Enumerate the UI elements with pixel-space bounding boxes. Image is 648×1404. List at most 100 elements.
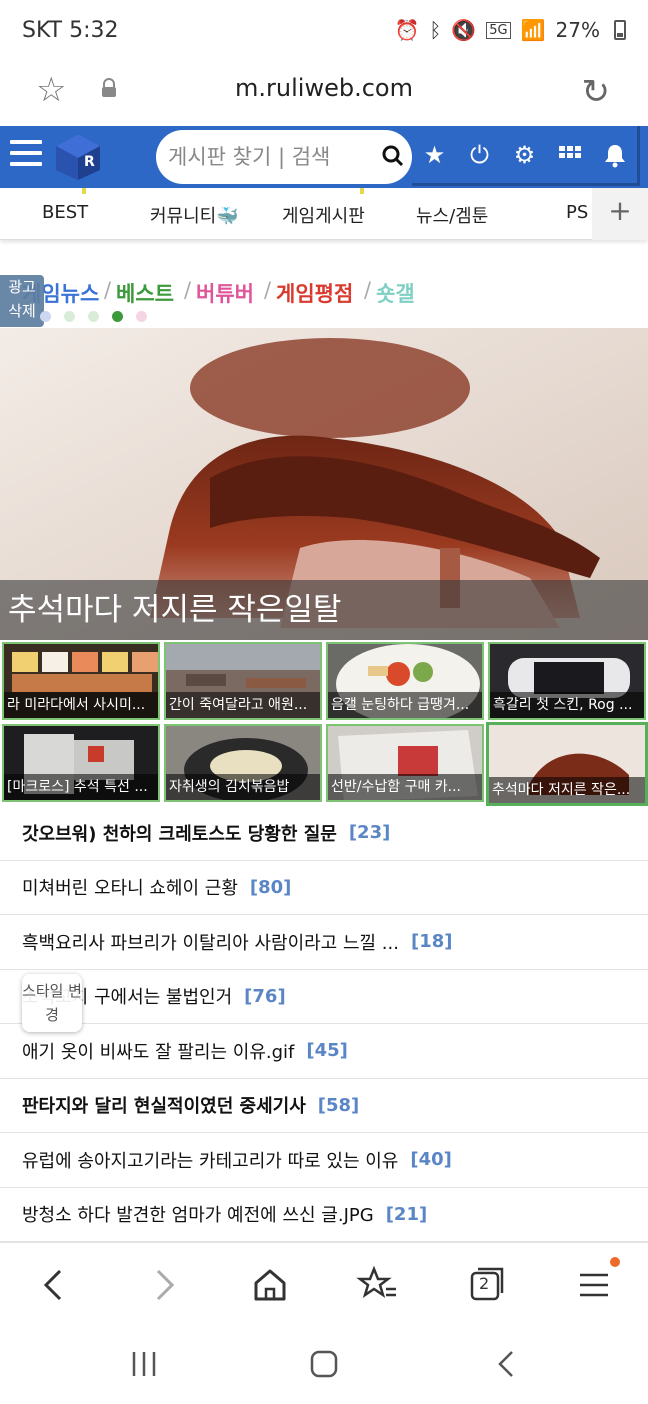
thumbnail-caption: 라 미라다에서 사시미...: [4, 692, 158, 718]
thumbnail-caption: 선반/수납함 구매 카...: [328, 774, 482, 800]
link-separator: /: [184, 278, 192, 302]
comment-count: [76]: [244, 985, 286, 1007]
alarm-icon: ⏰: [394, 18, 420, 42]
carrier-time: SKT 5:32: [22, 17, 119, 43]
carousel-dot[interactable]: [40, 311, 51, 322]
thumbnail-item[interactable]: 음갤 눈팅하다 급땡겨...: [326, 642, 484, 720]
battery-percent: 27%: [555, 18, 600, 42]
article-row[interactable]: 판타지와 달리 현실적이였던 중세기사 [58]: [0, 1079, 648, 1133]
recent-apps-icon[interactable]: [128, 1348, 160, 1380]
article-title: 판타지와 달리 현실적이였던 중세기사: [22, 1096, 306, 1118]
comment-count: [45]: [306, 1040, 348, 1062]
nav-item-best[interactable]: BEST: [42, 202, 88, 223]
menu-notification-dot: [610, 1257, 620, 1267]
power-icon[interactable]: ⏻: [467, 141, 493, 169]
article-row[interactable]: 갓오브워) 천하의 크레토스도 당황한 질문 [23]: [0, 806, 648, 861]
nav-marker: [360, 188, 364, 194]
system-nav-bar: [0, 1324, 648, 1404]
bookmarks-icon[interactable]: [356, 1263, 400, 1307]
thumbnail-item[interactable]: 흑갈리 첫 스킨, Rog ...: [488, 642, 646, 720]
favorite-star-icon[interactable]: ★: [422, 141, 448, 169]
article-title: 애기 옷이 비싸도 잘 팔리는 이유.gif: [22, 1041, 295, 1063]
nav-item-game-board[interactable]: 게임게시판: [282, 202, 365, 228]
search-input[interactable]: [168, 145, 378, 169]
thumbnail-caption: 흑갈리 첫 스킨, Rog ...: [490, 692, 644, 718]
article-row[interactable]: 소떡꼬치 구에서는 불법인거 [76]: [0, 970, 648, 1024]
comment-count: [23]: [348, 822, 391, 844]
carousel-dot[interactable]: [88, 311, 99, 322]
link-separator: /: [264, 278, 272, 302]
article-row[interactable]: 흑백요리사 파브리가 이탈리아 사람이라고 느낄 ... [18]: [0, 915, 648, 970]
home-square-icon[interactable]: [308, 1348, 340, 1380]
whale-icon: 🐳: [216, 206, 239, 227]
carousel-dots: [40, 311, 147, 323]
url-text[interactable]: m.ruliweb.com: [0, 74, 648, 102]
link-separator: /: [364, 278, 372, 302]
thumbnail-caption: 간이 죽여달라고 애원...: [166, 692, 320, 718]
article-row[interactable]: 미쳐버린 오타니 쇼헤이 근황 [80]: [0, 861, 648, 915]
article-list: 갓오브워) 천하의 크레토스도 당황한 질문 [23] 미쳐버린 오타니 쇼헤이 …: [0, 806, 648, 1242]
menu-icon[interactable]: [10, 140, 42, 170]
svg-text:R: R: [84, 154, 95, 170]
carousel-dot[interactable]: [64, 311, 75, 322]
thumbnail-item-active[interactable]: 추석마다 저지른 작은...: [486, 722, 648, 806]
thumbnail-caption: 음갤 눈팅하다 급땡겨...: [328, 692, 482, 718]
nav-item-community[interactable]: 커뮤니티🐳: [150, 202, 239, 228]
thumbnail-item[interactable]: 라 미라다에서 사시미...: [2, 642, 160, 720]
quick-links: 게임뉴스 / 베스트 / 버튜버 / 게임평점 / 숏갤: [0, 276, 648, 312]
style-change-button[interactable]: 스타일 변경: [22, 974, 82, 1032]
ruliweb-logo[interactable]: R: [54, 132, 102, 182]
thumbnail-item[interactable]: 선반/수납함 구매 카...: [326, 724, 484, 802]
article-title: 유럽에 송아지고기라는 카테고리가 따로 있는 이유: [22, 1150, 399, 1172]
article-row[interactable]: 애기 옷이 비싸도 잘 팔리는 이유.gif [45]: [0, 1024, 648, 1079]
link-game-rating[interactable]: 게임평점: [276, 278, 353, 308]
nav-marker: [82, 188, 86, 194]
system-back-icon[interactable]: [490, 1348, 522, 1380]
battery-icon: [614, 20, 626, 40]
grid-apps-icon[interactable]: [557, 142, 583, 168]
link-separator: /: [104, 278, 112, 302]
article-title: 흑백요리사 파브리가 이탈리아 사람이라고 느낄 ...: [22, 932, 399, 954]
menu-lines-icon[interactable]: [572, 1263, 616, 1307]
site-header: R ★ ⏻ ⚙: [0, 126, 648, 188]
browser-bottom-bar: 2: [0, 1242, 648, 1324]
signal-icon: 📶: [520, 18, 546, 42]
notification-bell-icon[interactable]: [602, 142, 628, 168]
link-vtuber[interactable]: 버튜버: [196, 278, 254, 308]
status-icons: ⏰ ᛒ 🔇 5G 📶 27%: [394, 18, 626, 42]
thumbnail-grid: 라 미라다에서 사시미... 간이 죽여달라고 애원... 음갤 눈팅하다 급땡…: [0, 642, 648, 806]
settings-gear-icon[interactable]: ⚙: [512, 141, 538, 169]
reload-icon[interactable]: ↻: [582, 72, 611, 112]
hero-banner[interactable]: 추석마다 저지른 작은일탈: [0, 328, 648, 640]
nav-item-ps[interactable]: PS: [566, 202, 588, 223]
search-box[interactable]: [156, 130, 412, 184]
status-bar: SKT 5:32 ⏰ ᛒ 🔇 5G 📶 27%: [0, 0, 648, 60]
thumbnail-item[interactable]: 간이 죽여달라고 애원...: [164, 642, 322, 720]
carousel-dot-active[interactable]: [112, 311, 123, 322]
bluetooth-icon: ᛒ: [429, 18, 442, 42]
comment-count: [58]: [317, 1094, 360, 1116]
forward-icon[interactable]: [142, 1263, 186, 1307]
thumbnail-caption: 자취생의 김치볶음밥: [166, 774, 320, 800]
mute-icon: 🔇: [451, 18, 477, 42]
link-shorts-gallery[interactable]: 숏갤: [376, 278, 415, 308]
back-icon[interactable]: [32, 1263, 76, 1307]
article-row[interactable]: 방청소 하다 발견한 엄마가 예전에 쓰신 글.JPG [21]: [0, 1188, 648, 1242]
thumbnail-item[interactable]: 자취생의 김치볶음밥: [164, 724, 322, 802]
remove-ad-badge[interactable]: 광고 삭제: [0, 275, 44, 327]
article-row[interactable]: 유럽에 송아지고기라는 카테고리가 따로 있는 이유 [40]: [0, 1133, 648, 1188]
search-icon[interactable]: [382, 145, 404, 167]
nav-more-plus-icon[interactable]: +: [592, 188, 648, 240]
comment-count: [80]: [249, 876, 292, 898]
nav-item-news[interactable]: 뉴스/겜툰: [416, 202, 488, 228]
home-icon[interactable]: [248, 1263, 292, 1307]
link-best[interactable]: 베스트: [116, 278, 174, 308]
network-label: 5G: [486, 21, 511, 39]
thumbnail-item[interactable]: [마크로스] 추석 특선 ...: [2, 724, 160, 802]
article-title: 방청소 하다 발견한 엄마가 예전에 쓰신 글.JPG: [22, 1205, 374, 1227]
carousel-dot[interactable]: [136, 311, 147, 322]
tabs-button[interactable]: 2: [464, 1263, 508, 1307]
comment-count: [40]: [410, 1149, 452, 1171]
nav-item-community-label: 커뮤니티: [150, 206, 217, 227]
browser-url-bar: ☆ m.ruliweb.com ↻: [0, 60, 648, 126]
